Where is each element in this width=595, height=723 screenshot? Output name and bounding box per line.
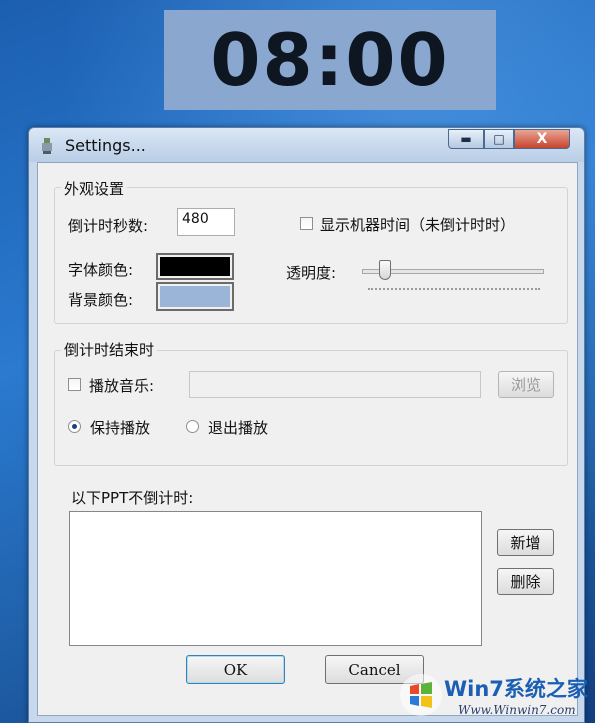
opacity-slider-ticks (368, 284, 540, 290)
add-ppt-button[interactable]: 新增 (497, 529, 554, 556)
ok-label: OK (223, 660, 248, 679)
seconds-input[interactable]: 480 (177, 208, 235, 236)
exit-playing-radio[interactable] (186, 420, 199, 433)
maximize-icon: □ (493, 132, 505, 146)
settings-window: Settings... ▬ □ X 外观设置 倒计时秒数: 480 显示机器时间… (28, 127, 585, 723)
keep-playing-label: 保持播放 (90, 419, 151, 437)
settings-client-area: 外观设置 倒计时秒数: 480 显示机器时间（未倒计时时） 字体颜色: 背景颜色… (37, 162, 578, 716)
font-color-fill (160, 257, 230, 276)
maximize-button[interactable]: □ (484, 129, 514, 149)
title-bar[interactable]: Settings... ▬ □ X (29, 128, 584, 162)
countdown-end-legend: 倒计时结束时 (61, 339, 158, 360)
add-ppt-label: 新增 (510, 534, 541, 552)
appearance-legend: 外观设置 (61, 178, 128, 199)
ppt-list-label: 以下PPT不倒计时: (71, 489, 194, 507)
show-machine-time-checkbox[interactable] (300, 217, 313, 230)
app-icon (42, 138, 52, 154)
watermark-url: Www.Winwin7.com (458, 703, 576, 717)
play-music-label: 播放音乐: (89, 377, 155, 395)
countdown-clock: 08:00 (164, 10, 496, 110)
opacity-slider-thumb[interactable] (378, 260, 391, 280)
font-color-label: 字体颜色: (68, 261, 134, 279)
watermark-brand: Win7系统之家 (444, 677, 588, 701)
close-button[interactable]: X (514, 129, 570, 149)
keep-playing-radio[interactable] (68, 420, 81, 433)
exit-playing-label: 退出播放 (208, 419, 269, 437)
watermark-logo: Win7系统之家 Www.Winwin7.com (398, 669, 593, 721)
minimize-button[interactable]: ▬ (448, 129, 484, 149)
ppt-list[interactable] (69, 511, 482, 646)
opacity-label: 透明度: (286, 264, 337, 282)
delete-ppt-button[interactable]: 删除 (497, 568, 554, 595)
bg-color-label: 背景颜色: (68, 291, 134, 309)
close-icon: X (536, 131, 548, 147)
font-color-swatch[interactable] (156, 253, 234, 280)
browse-label: 浏览 (510, 376, 541, 394)
bg-color-fill (160, 286, 230, 307)
clock-time: 08:00 (210, 18, 450, 102)
countdown-end-group (54, 350, 568, 466)
cancel-label: Cancel (348, 660, 401, 679)
show-machine-time-label: 显示机器时间（未倒计时时） (320, 216, 516, 234)
ok-button[interactable]: OK (186, 655, 285, 684)
browse-button[interactable]: 浏览 (498, 371, 554, 398)
bg-color-swatch[interactable] (156, 282, 234, 311)
delete-ppt-label: 删除 (510, 573, 541, 591)
music-path-input[interactable] (189, 371, 481, 398)
windows-logo-icon (400, 674, 442, 716)
minimize-icon: ▬ (460, 132, 472, 146)
window-title: Settings... (65, 136, 146, 155)
play-music-checkbox[interactable] (68, 378, 81, 391)
seconds-label: 倒计时秒数: (68, 217, 149, 235)
